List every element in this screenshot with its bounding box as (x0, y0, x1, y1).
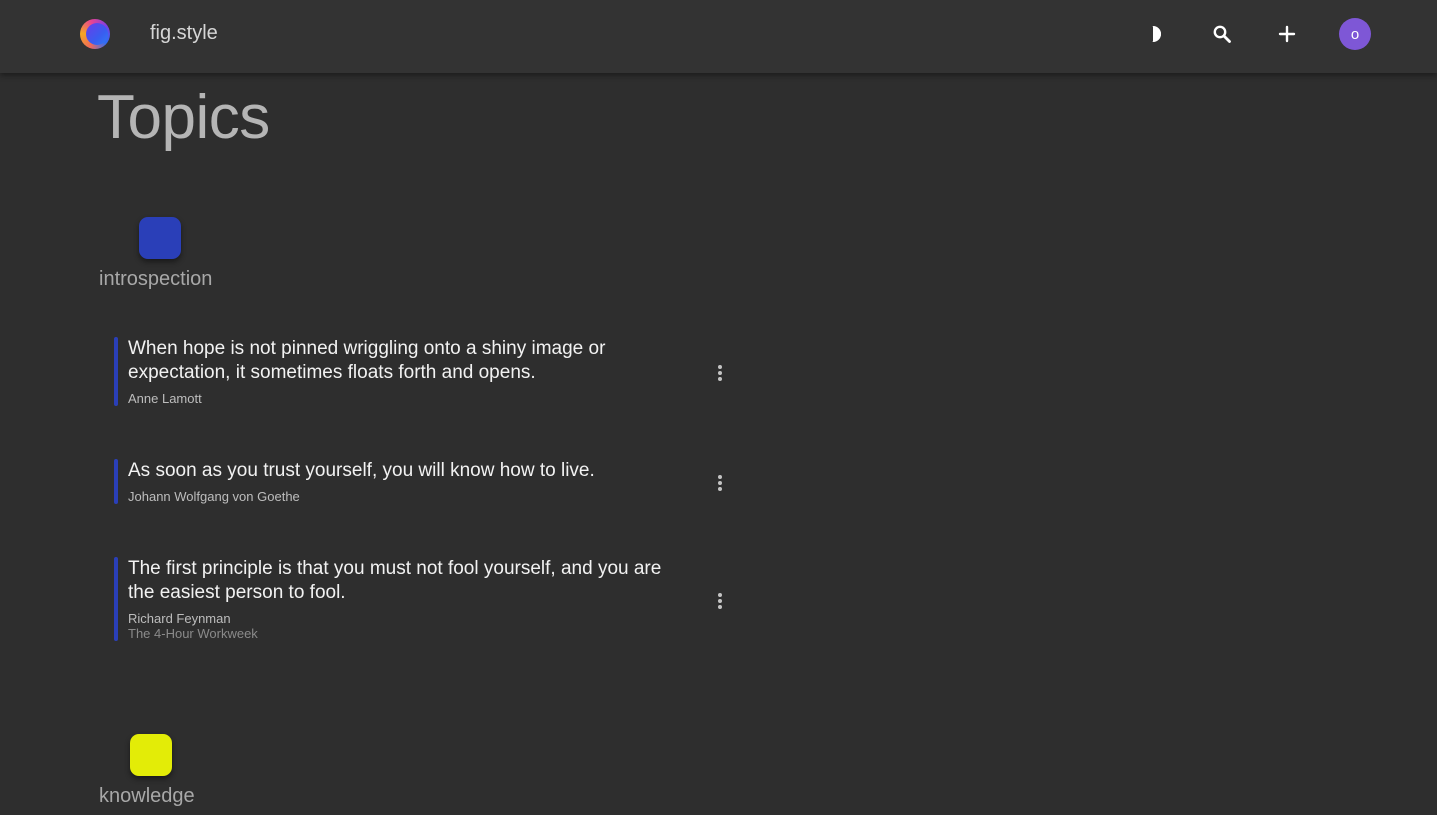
quote-text: As soon as you trust yourself, you will … (128, 460, 595, 481)
quote-accent-bar (114, 337, 118, 406)
quote-accent-bar (114, 459, 118, 504)
app-logo[interactable] (80, 19, 110, 49)
topic-color-swatch-introspection[interactable] (139, 217, 181, 259)
theme-toggle-button[interactable] (1141, 20, 1169, 48)
more-vert-icon (718, 593, 722, 609)
user-avatar[interactable]: o (1339, 18, 1371, 50)
plus-icon (1278, 25, 1296, 43)
more-options-button[interactable] (712, 471, 728, 495)
quote-author[interactable]: Richard Feynman (128, 611, 734, 626)
search-button[interactable] (1208, 20, 1236, 48)
add-button[interactable] (1273, 20, 1301, 48)
more-vert-icon (718, 365, 722, 381)
half-moon-icon (1152, 26, 1161, 42)
more-vert-icon (718, 475, 722, 491)
quote-author[interactable]: Johann Wolfgang von Goethe (128, 489, 734, 504)
quote-card[interactable]: When hope is not pinned wriggling onto a… (114, 337, 734, 406)
more-options-button[interactable] (712, 589, 728, 613)
more-options-button[interactable] (712, 361, 728, 385)
topic-color-swatch-knowledge[interactable] (130, 734, 172, 776)
top-app-bar: fig.style o (0, 0, 1437, 73)
topic-name-knowledge[interactable]: knowledge (99, 785, 195, 808)
search-icon (1213, 25, 1231, 43)
quote-text: The first principle is that you must not… (128, 558, 662, 603)
quote-card[interactable]: As soon as you trust yourself, you will … (114, 459, 734, 504)
quote-author[interactable]: Anne Lamott (128, 391, 734, 406)
quote-text: When hope is not pinned wriggling onto a… (128, 338, 606, 383)
page-title: Topics (97, 83, 270, 152)
quote-accent-bar (114, 557, 118, 641)
brand-name[interactable]: fig.style (150, 22, 218, 45)
topic-name-introspection[interactable]: introspection (99, 268, 212, 291)
quote-card[interactable]: The first principle is that you must not… (114, 557, 734, 641)
quote-source[interactable]: The 4-Hour Workweek (128, 626, 734, 641)
